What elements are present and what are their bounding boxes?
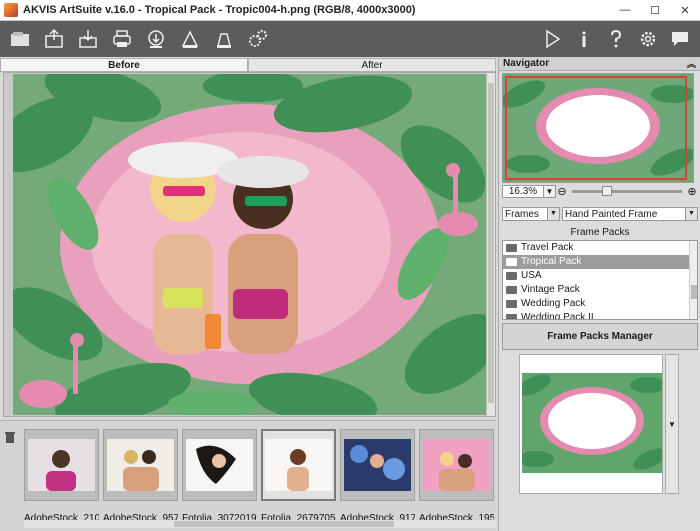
frame-packs-manager-button[interactable]: Frame Packs Manager: [502, 323, 698, 350]
app-logo-icon[interactable]: [6, 25, 34, 53]
zoom-out-icon[interactable]: ⊖: [556, 185, 568, 198]
thumbnail-image: [186, 439, 253, 491]
canvas-scroll-thumb[interactable]: [488, 83, 494, 403]
thumbnail-item[interactable]: AdobeStock_917...: [340, 429, 415, 524]
next-frame-icon[interactable]: ▼: [665, 354, 679, 494]
pack-label: Wedding Pack: [521, 298, 586, 309]
title-bar: AKVIS ArtSuite v.16.0 - Tropical Pack - …: [0, 0, 700, 21]
thumbnail-image: [107, 439, 174, 491]
stamp-icon[interactable]: [210, 25, 238, 53]
folder-icon: [506, 300, 517, 308]
chevron-down-icon: ▼: [685, 208, 697, 220]
thumbnail-frame: [340, 429, 415, 501]
maximize-button[interactable]: ☐: [640, 0, 670, 21]
trash-icon[interactable]: [5, 431, 15, 443]
folder-icon: [506, 272, 517, 280]
zoom-slider-knob[interactable]: [602, 185, 612, 196]
run-icon[interactable]: [538, 25, 566, 53]
chat-icon[interactable]: [666, 25, 694, 53]
settings-icon[interactable]: [634, 25, 662, 53]
zoom-controls: 16.3% ▼ ⊖ ⊕: [502, 184, 698, 198]
folder-icon: [506, 244, 517, 252]
pack-label: Tropical Pack: [521, 256, 582, 267]
thumbnail-frame: [24, 429, 99, 501]
help-icon[interactable]: [602, 25, 630, 53]
zoom-in-icon[interactable]: ⊕: [686, 185, 698, 198]
photo-preview: [13, 74, 487, 415]
list-item[interactable]: Wedding Pack II: [503, 311, 697, 320]
window-title: AKVIS ArtSuite v.16.0 - Tropical Pack - …: [23, 4, 416, 16]
pack-label: Wedding Pack II: [521, 312, 594, 320]
thumbnail-item[interactable]: AdobeStock_195...: [419, 429, 494, 524]
navigator-view-box[interactable]: [505, 76, 687, 180]
view-tabs: Before After: [0, 58, 496, 72]
thumbnail-image: [265, 439, 332, 491]
toolbar: [0, 21, 700, 57]
frame-packs-list[interactable]: Travel Pack Tropical Pack USA Vintage Pa…: [502, 240, 698, 320]
frame-preview[interactable]: [519, 354, 663, 494]
pack-label: Travel Pack: [521, 242, 574, 253]
print-icon[interactable]: [108, 25, 136, 53]
framed-photo-image: [13, 74, 487, 415]
thumbnail-frame: [103, 429, 178, 501]
minimize-button[interactable]: —: [610, 0, 640, 21]
list-item[interactable]: Vintage Pack: [503, 283, 697, 297]
close-button[interactable]: ✕: [670, 0, 700, 21]
thumbnail-item[interactable]: Fotolia_2679705...: [261, 429, 336, 524]
gear-cluster-icon[interactable]: [244, 25, 272, 53]
pack-label: Vintage Pack: [521, 284, 580, 295]
packs-scroll-thumb[interactable]: [691, 285, 697, 299]
open-icon[interactable]: [40, 25, 68, 53]
folder-icon: [506, 286, 517, 294]
navigator-preview[interactable]: [502, 73, 694, 183]
right-panel: Navigator ︽ 16.3% ▼ ⊖ ⊕ Frames ▼ Hand Pa…: [498, 57, 700, 531]
thumbnail-item[interactable]: AdobeStock_957...: [103, 429, 178, 524]
list-item[interactable]: Tropical Pack: [503, 255, 697, 269]
thumbnail-image: [28, 439, 95, 491]
app-icon: [4, 3, 18, 17]
packs-scrollbar[interactable]: [689, 241, 697, 319]
list-item[interactable]: Travel Pack: [503, 241, 697, 255]
folder-icon: [506, 314, 517, 319]
thumbnail-image: [423, 439, 490, 491]
frame-style-value: Hand Painted Frame: [565, 208, 658, 220]
canvas-vertical-scrollbar[interactable]: [486, 73, 495, 416]
save-icon[interactable]: [74, 25, 102, 53]
thumbnail-item[interactable]: Fotolia_3072019...: [182, 429, 257, 524]
filmstrip-scroll-thumb[interactable]: [174, 521, 394, 527]
filmstrip-scrollbar[interactable]: [24, 520, 496, 528]
collapse-icon[interactable]: ︽: [687, 57, 696, 71]
filmstrip: AdobeStock_210... AdobeStock_957... Foto…: [0, 420, 496, 531]
folder-icon: [506, 258, 517, 266]
share-icon[interactable]: [142, 25, 170, 53]
frame-preview-image: [522, 373, 662, 473]
zoom-value[interactable]: 16.3%: [502, 184, 544, 198]
tab-after[interactable]: After: [248, 58, 496, 72]
frame-type-value: Frames: [505, 208, 539, 220]
frame-packs-title: Frame Packs: [570, 227, 630, 238]
pack-label: USA: [521, 270, 542, 281]
zoom-slider[interactable]: [572, 185, 682, 196]
chevron-down-icon: ▼: [547, 208, 559, 220]
thumbnail-item[interactable]: AdobeStock_210...: [24, 429, 99, 524]
info-icon[interactable]: [570, 25, 598, 53]
frame-style-select[interactable]: Hand Painted Frame ▼: [562, 207, 698, 221]
thumbnail-frame: [261, 429, 336, 501]
thumbnail-frame: [182, 429, 257, 501]
list-item[interactable]: Wedding Pack: [503, 297, 697, 311]
list-item[interactable]: USA: [503, 269, 697, 283]
frame-type-select[interactable]: Frames ▼: [502, 207, 560, 221]
zoom-dropdown-icon[interactable]: ▼: [544, 184, 556, 198]
tab-before[interactable]: Before: [0, 58, 248, 72]
navigator-header: Navigator ︽: [499, 57, 700, 71]
batch-icon[interactable]: [176, 25, 204, 53]
navigator-title: Navigator: [503, 58, 550, 69]
image-canvas[interactable]: [3, 72, 496, 417]
frame-selectors: Frames ▼ Hand Painted Frame ▼: [502, 207, 698, 221]
thumbnail-list: AdobeStock_210... AdobeStock_957... Foto…: [24, 429, 498, 524]
thumbnail-frame: [419, 429, 494, 501]
thumbnail-image: [344, 439, 411, 491]
